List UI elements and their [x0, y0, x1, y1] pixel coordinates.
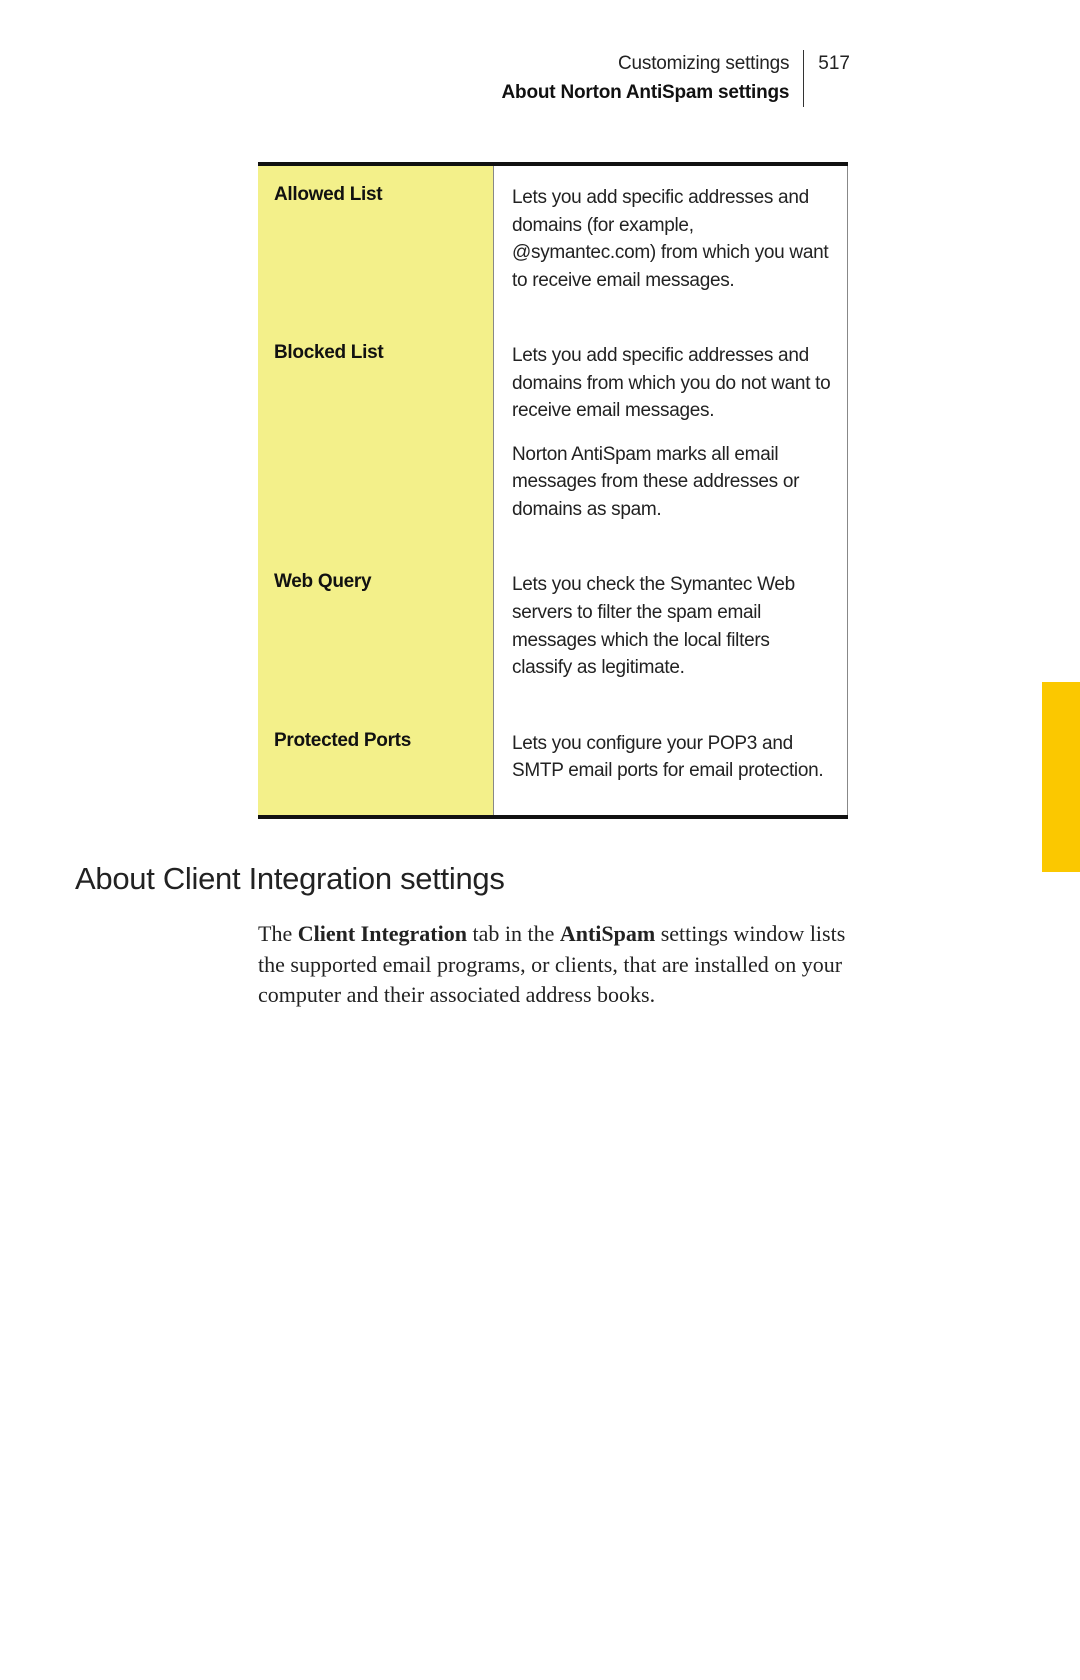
- row-desc-paragraph: Norton AntiSpam marks all email messages…: [512, 441, 831, 524]
- row-desc-web-query: Lets you check the Symantec Web servers …: [493, 553, 847, 711]
- row-desc-allowed-list: Lets you add specific addresses and doma…: [493, 166, 847, 324]
- body-bold: Client Integration: [298, 921, 467, 946]
- row-label-protected-ports: Protected Ports: [258, 712, 493, 815]
- row-desc-paragraph: Lets you add specific addresses and doma…: [512, 184, 831, 294]
- body-text: tab in the: [467, 921, 560, 946]
- table-row: Protected Ports Lets you configure your …: [258, 712, 848, 815]
- page-number: 517: [804, 50, 850, 107]
- table-row: Allowed List Lets you add specific addre…: [258, 166, 848, 324]
- body-text: The: [258, 921, 298, 946]
- row-label-blocked-list: Blocked List: [258, 324, 493, 553]
- section-heading: About Client Integration settings: [75, 861, 1080, 897]
- row-label-allowed-list: Allowed List: [258, 166, 493, 324]
- row-desc-paragraph: Lets you add specific addresses and doma…: [512, 342, 831, 425]
- body-paragraph: The Client Integration tab in the AntiSp…: [258, 919, 848, 1011]
- body-bold: AntiSpam: [560, 921, 655, 946]
- row-desc-paragraph: Lets you configure your POP3 and SMTP em…: [512, 730, 831, 785]
- row-desc-paragraph: Lets you check the Symantec Web servers …: [512, 571, 831, 681]
- table-row: Web Query Lets you check the Symantec We…: [258, 553, 848, 711]
- row-label-web-query: Web Query: [258, 553, 493, 711]
- header-chapter: Customizing settings: [502, 50, 790, 79]
- page-header: Customizing settings About Norton AntiSp…: [0, 0, 1080, 107]
- row-desc-blocked-list: Lets you add specific addresses and doma…: [493, 324, 847, 553]
- header-top-row: Customizing settings About Norton AntiSp…: [0, 50, 850, 107]
- side-tab-marker: [1042, 682, 1080, 872]
- settings-table: Allowed List Lets you add specific addre…: [258, 162, 848, 819]
- header-text-block: Customizing settings About Norton AntiSp…: [502, 50, 805, 107]
- row-desc-protected-ports: Lets you configure your POP3 and SMTP em…: [493, 712, 847, 815]
- header-section: About Norton AntiSpam settings: [502, 79, 790, 108]
- table-row: Blocked List Lets you add specific addre…: [258, 324, 848, 553]
